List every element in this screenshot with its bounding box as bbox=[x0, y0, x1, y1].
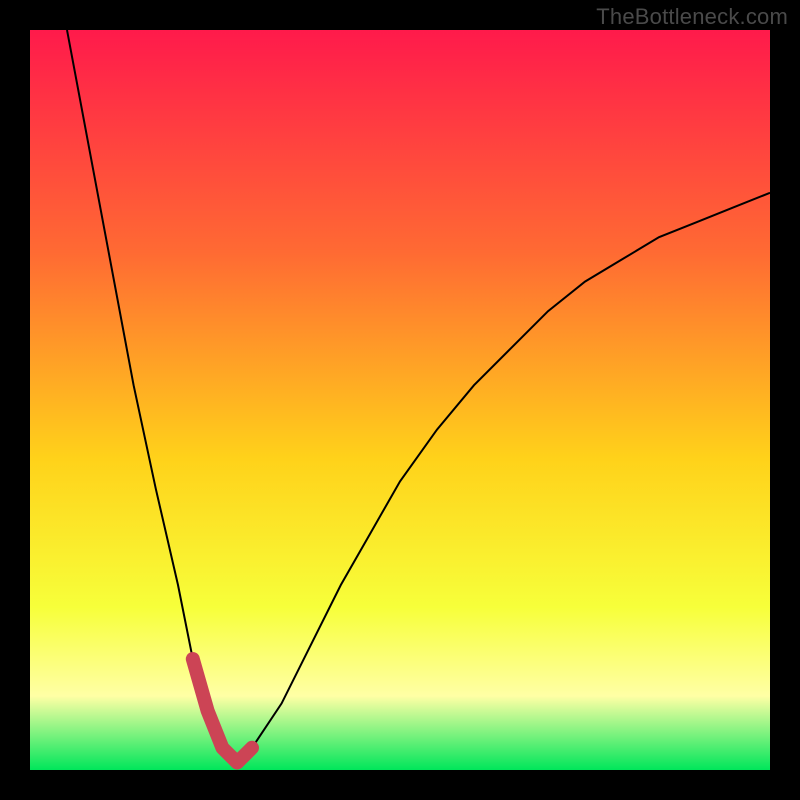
gradient-background bbox=[30, 30, 770, 770]
bottleneck-chart bbox=[30, 30, 770, 770]
watermark-text: TheBottleneck.com bbox=[596, 4, 788, 30]
